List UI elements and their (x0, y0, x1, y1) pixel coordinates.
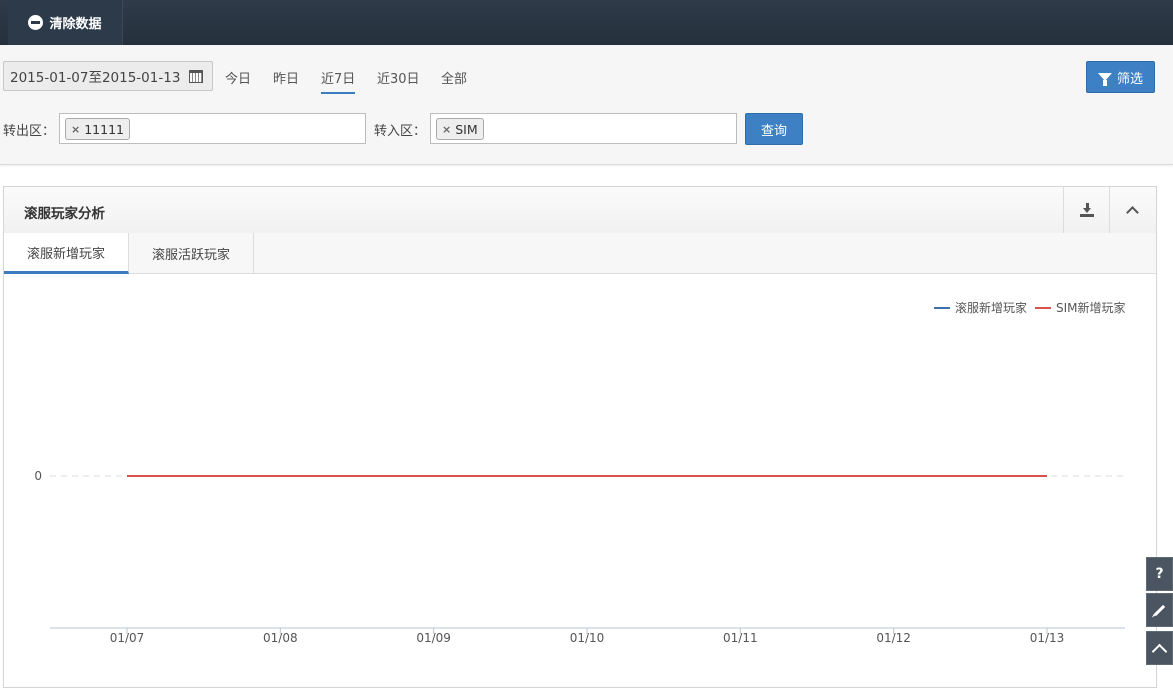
x-tick-label: 01/13 (1030, 631, 1065, 645)
scroll-top-button[interactable] (1146, 631, 1173, 665)
help-button[interactable]: ? (1146, 557, 1173, 591)
x-tick-label: 01/09 (416, 631, 451, 645)
legend-label: 滚服新增玩家 (955, 300, 1027, 315)
line-chart: 0 01/07 01/08 01/09 01/10 01/11 01/12 01/13 滚服新增… (34, 300, 1126, 645)
data-point (586, 475, 588, 477)
data-point (126, 475, 128, 477)
data-point (1046, 475, 1048, 477)
chevron-up-icon (1151, 643, 1168, 659)
x-tick-label: 01/10 (570, 631, 605, 645)
data-point (279, 475, 281, 477)
pencil-icon (1153, 604, 1166, 616)
edit-button[interactable] (1146, 593, 1173, 627)
data-point (433, 475, 435, 477)
legend-label: SIM新增玩家 (1056, 300, 1126, 315)
data-point (893, 475, 895, 477)
x-tick-label: 01/12 (876, 631, 911, 645)
x-tick-label: 01/11 (723, 631, 758, 645)
data-point (739, 475, 741, 477)
x-tick-label: 01/08 (263, 631, 298, 645)
y-tick-label: 0 (34, 469, 42, 483)
x-tick-label: 01/07 (110, 631, 145, 645)
